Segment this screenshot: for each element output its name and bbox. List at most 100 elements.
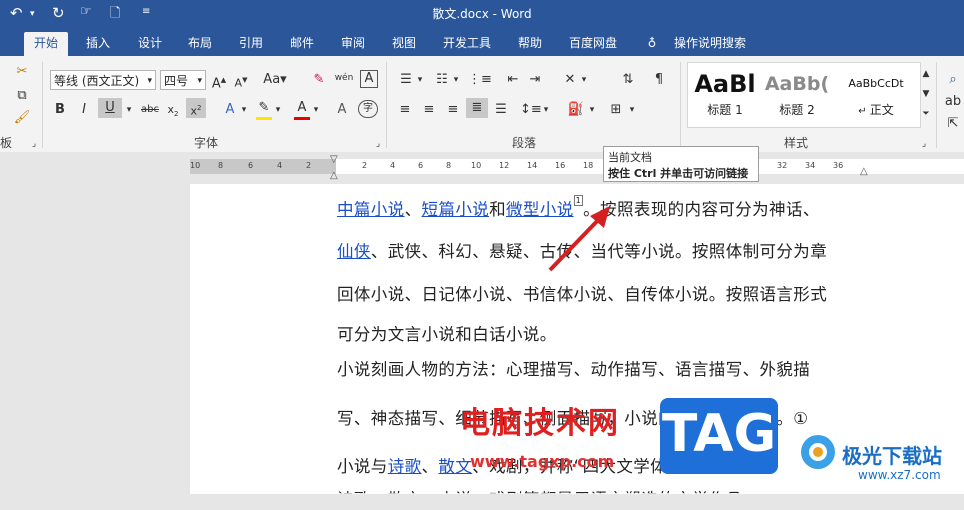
- group-paragraph-label: 段落: [512, 136, 537, 150]
- right-indent-marker[interactable]: △: [860, 166, 868, 177]
- watermark-site-name: 电脑技术网: [460, 406, 620, 441]
- tab-references[interactable]: 引用: [229, 32, 273, 56]
- change-case-icon[interactable]: Aa▾: [262, 70, 288, 90]
- show-marks-icon[interactable]: ¶: [650, 70, 668, 90]
- character-shading-icon[interactable]: A: [334, 100, 350, 120]
- align-left-icon[interactable]: ≡: [396, 100, 414, 120]
- hanging-indent-marker[interactable]: △: [330, 170, 338, 181]
- align-right-icon[interactable]: ≡: [444, 100, 462, 120]
- numbering-icon[interactable]: ☷: [432, 70, 452, 90]
- highlight-icon[interactable]: ✎: [256, 100, 272, 120]
- style-heading1[interactable]: AaBl 标题 1: [692, 69, 758, 118]
- borders-icon[interactable]: ⊞: [606, 100, 626, 120]
- underline-icon[interactable]: U: [98, 98, 122, 118]
- enclose-characters-icon[interactable]: 字: [358, 100, 378, 118]
- line-spacing-icon[interactable]: ↕≡: [520, 100, 542, 120]
- subscript-icon[interactable]: x2: [164, 100, 182, 120]
- tab-developer[interactable]: 开发工具: [436, 32, 498, 56]
- select-icon[interactable]: ⇱: [944, 114, 962, 134]
- tab-mailings[interactable]: 邮件: [280, 32, 324, 56]
- phonetic-guide-icon[interactable]: wén: [334, 68, 354, 88]
- tab-review[interactable]: 审阅: [331, 32, 375, 56]
- ruler-tick: 12: [499, 161, 510, 170]
- ruler-tick: 4: [277, 161, 283, 170]
- find-icon[interactable]: ⌕: [944, 70, 962, 90]
- style-heading2[interactable]: AaBb( 标题 2: [764, 69, 830, 118]
- chevron-down-icon: ▾: [147, 76, 152, 86]
- strikethrough-icon[interactable]: abc: [140, 100, 160, 120]
- font-color-icon[interactable]: A: [294, 100, 310, 120]
- bold-icon[interactable]: B: [52, 100, 68, 120]
- hyperlink[interactable]: 短篇小说: [422, 200, 490, 219]
- grow-font-icon[interactable]: A▲: [210, 70, 228, 91]
- cut-icon[interactable]: ✂: [12, 62, 32, 82]
- multilevel-list-icon[interactable]: ⋮≡: [468, 70, 492, 90]
- hyperlink[interactable]: 中篇小说: [337, 200, 405, 219]
- ribbon: ✂ ⧉ 🖌 板 ⌟ 等线 (西文正文) ▾ 四号 ▾ A▲ A▼ Aa▾ ✎ wén…: [0, 56, 964, 153]
- tab-home[interactable]: 开始: [24, 32, 68, 56]
- tooltip-hint: 按住 Ctrl 并单击可访问链接: [608, 167, 749, 180]
- distributed-icon[interactable]: ☰: [492, 100, 510, 120]
- font-dialog-launcher-icon[interactable]: ⌟: [372, 134, 384, 154]
- italic-icon[interactable]: I: [76, 100, 92, 120]
- replace-icon[interactable]: ab: [944, 92, 962, 112]
- styles-scroll-down-icon[interactable]: ▼: [920, 84, 932, 104]
- divider: [42, 62, 43, 148]
- clear-formatting-icon[interactable]: ✎: [310, 70, 328, 90]
- shading-icon[interactable]: ⛽: [566, 100, 586, 120]
- ruler-tick: 18: [583, 161, 594, 170]
- character-border-icon[interactable]: A: [360, 70, 378, 88]
- ruler-left-margin: [190, 159, 336, 174]
- format-painter-icon[interactable]: 🖌: [12, 108, 32, 128]
- borders-dropdown-icon[interactable]: ▾: [628, 100, 636, 120]
- styles-launcher-icon[interactable]: ⌟: [918, 134, 930, 154]
- copy-icon[interactable]: ⧉: [12, 86, 32, 106]
- tab-insert[interactable]: 插入: [76, 32, 120, 56]
- hyperlink[interactable]: 散文: [438, 457, 472, 476]
- tab-design[interactable]: 设计: [128, 32, 172, 56]
- styles-more-icon[interactable]: ⏷: [920, 104, 932, 124]
- underline-dropdown-icon[interactable]: ▾: [124, 100, 134, 120]
- bullets-icon[interactable]: ☰: [396, 70, 416, 90]
- clipboard-launcher-icon[interactable]: ⌟: [28, 134, 40, 154]
- numbering-dropdown-icon[interactable]: ▾: [452, 70, 460, 90]
- hyperlink[interactable]: 仙侠: [337, 242, 371, 261]
- first-line-indent-marker[interactable]: ▽: [330, 154, 338, 165]
- tab-baidu-netdisk[interactable]: 百度网盘: [562, 32, 624, 56]
- font-name-select[interactable]: 等线 (西文正文) ▾: [50, 70, 156, 90]
- text-effects-dropdown-icon[interactable]: ▾: [240, 100, 248, 120]
- ruler-tick: 6: [248, 161, 254, 170]
- chinese-layout-icon[interactable]: ✕: [560, 70, 580, 90]
- superscript-icon[interactable]: x2: [186, 98, 206, 118]
- tab-layout[interactable]: 布局: [178, 32, 222, 56]
- font-color-dropdown-icon[interactable]: ▾: [312, 100, 320, 120]
- line-spacing-dropdown-icon[interactable]: ▾: [542, 100, 550, 120]
- text-effects-icon[interactable]: A: [222, 100, 238, 120]
- bullets-dropdown-icon[interactable]: ▾: [416, 70, 424, 90]
- align-center-icon[interactable]: ≡: [420, 100, 438, 120]
- hyperlink[interactable]: 诗歌: [388, 457, 422, 476]
- increase-indent-icon[interactable]: ⇥: [526, 70, 544, 90]
- justify-icon[interactable]: ≣: [466, 98, 488, 118]
- tab-help[interactable]: 帮助: [508, 32, 552, 56]
- group-font-label: 字体: [194, 136, 219, 150]
- horizontal-ruler[interactable]: 10 8 6 4 2 2 4 6 8 10 12 14 16 18 32 34 …: [0, 152, 964, 182]
- styles-scroll-up-icon[interactable]: ▲: [920, 64, 932, 84]
- style-normal[interactable]: AaBbCcDt ↵ 正文: [836, 69, 916, 118]
- tab-file-partial[interactable]: [0, 32, 10, 56]
- shrink-font-icon[interactable]: A▼: [232, 70, 250, 90]
- title-bar: ↶ ▾ ↻ ☞ 🗋 ≡ 散文.docx - Word: [0, 0, 964, 26]
- style-heading1-sample: AaBl: [694, 70, 756, 98]
- highlight-dropdown-icon[interactable]: ▾: [274, 100, 282, 120]
- tell-me-search[interactable]: 操作说明搜索: [668, 32, 752, 56]
- decrease-indent-icon[interactable]: ⇤: [504, 70, 522, 90]
- font-size-select[interactable]: 四号 ▾: [160, 70, 206, 90]
- window-title: 散文.docx - Word: [432, 7, 532, 21]
- chinese-layout-dropdown-icon[interactable]: ▾: [580, 70, 588, 90]
- sort-icon[interactable]: ⇅: [618, 70, 638, 90]
- style-heading2-sample: AaBb(: [764, 73, 830, 95]
- styles-gallery: AaBl 标题 1 AaBb( 标题 2 AaBbCcDt ↵ 正文: [687, 62, 921, 128]
- font-name-value: 等线 (西文正文): [54, 74, 140, 88]
- shading-dropdown-icon[interactable]: ▾: [588, 100, 596, 120]
- tab-view[interactable]: 视图: [382, 32, 426, 56]
